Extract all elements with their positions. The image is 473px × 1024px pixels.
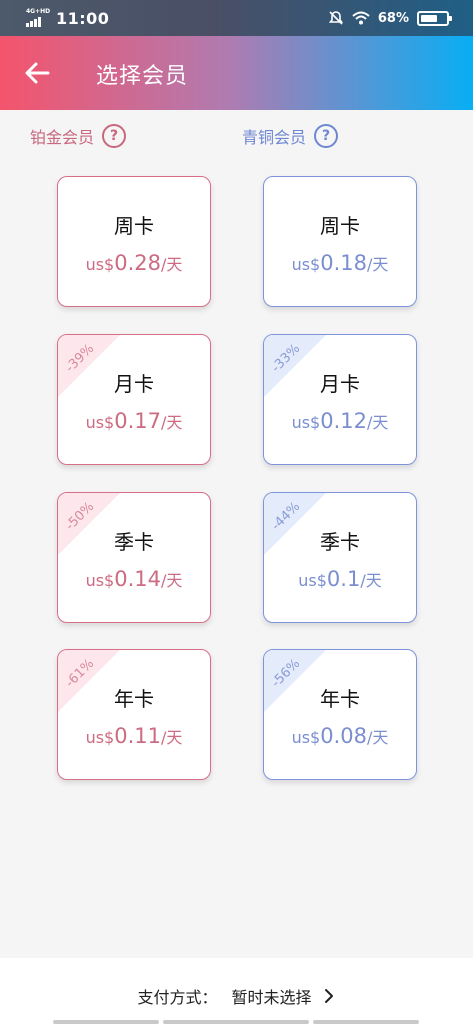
page-title: 选择会员 <box>96 64 189 89</box>
signal-icon: 4G+HD <box>24 8 51 27</box>
plan-price: us$0.18/天 <box>291 251 389 275</box>
battery-icon <box>417 10 452 26</box>
plan-card-bronze-quarterly[interactable]: -44% 季卡 us$0.1/天 <box>263 492 417 623</box>
status-icons: 68% <box>328 9 452 27</box>
plan-price: us$0.11/天 <box>85 724 183 748</box>
wifi-icon <box>352 11 370 25</box>
plan-price: us$0.12/天 <box>291 409 389 433</box>
network-type: 4G+HD <box>26 8 51 15</box>
plan-card-bronze-monthly[interactable]: -33% 月卡 us$0.12/天 <box>263 334 417 465</box>
payment-bar: 支付方式： 暂时未选择 <box>0 958 473 1024</box>
help-icon[interactable]: ? <box>102 124 127 148</box>
plan-name: 周卡 <box>320 214 360 238</box>
help-icon[interactable]: ? <box>314 124 339 148</box>
plan-name: 月卡 <box>114 372 154 396</box>
plan-price: us$0.28/天 <box>85 251 183 275</box>
tier-label-bronze: 青铜会员 ? <box>242 124 339 148</box>
arrow-left-icon[interactable] <box>22 58 52 88</box>
plan-price: us$0.17/天 <box>85 409 183 433</box>
header: 4G+HD 11:00 68% 选择会员 <box>0 0 473 110</box>
nav-indicator <box>313 1020 419 1024</box>
plan-name: 年卡 <box>114 687 154 711</box>
plan-name: 月卡 <box>320 372 360 396</box>
payment-value: 暂时未选择 <box>231 988 312 1007</box>
payment-method-row[interactable]: 支付方式： 暂时未选择 <box>0 984 473 1008</box>
plan-card-platinum-monthly[interactable]: -39% 月卡 us$0.17/天 <box>57 334 211 465</box>
tier-name: 青铜会员 <box>242 128 307 147</box>
plan-card-bronze-yearly[interactable]: -56% 年卡 us$0.08/天 <box>263 649 417 780</box>
plan-price: us$0.14/天 <box>85 567 183 591</box>
status-time: 11:00 <box>56 9 110 28</box>
plan-card-bronze-weekly[interactable]: 周卡 us$0.18/天 <box>263 176 417 307</box>
nav-indicator <box>53 1020 159 1024</box>
plan-name: 季卡 <box>320 530 360 554</box>
plan-card-platinum-weekly[interactable]: 周卡 us$0.28/天 <box>57 176 211 307</box>
payment-label: 支付方式： <box>137 988 218 1007</box>
plan-name: 年卡 <box>320 687 360 711</box>
nav-indicator <box>163 1020 309 1024</box>
plan-card-platinum-quarterly[interactable]: -50% 季卡 us$0.14/天 <box>57 492 211 623</box>
tier-name: 铂金会员 <box>30 128 95 147</box>
mute-icon <box>328 11 343 25</box>
plan-card-platinum-yearly[interactable]: -61% 年卡 us$0.11/天 <box>57 649 211 780</box>
status-bar: 4G+HD 11:00 68% <box>0 0 473 36</box>
plan-name: 周卡 <box>114 214 154 238</box>
plan-price: us$0.08/天 <box>291 724 389 748</box>
app-bar: 选择会员 <box>0 36 473 110</box>
plan-price: us$0.1/天 <box>298 567 382 591</box>
battery-percent: 68% <box>377 10 409 26</box>
tier-label-platinum: 铂金会员 ? <box>30 124 127 148</box>
plan-name: 季卡 <box>114 530 154 554</box>
chevron-right-icon <box>324 989 333 1003</box>
